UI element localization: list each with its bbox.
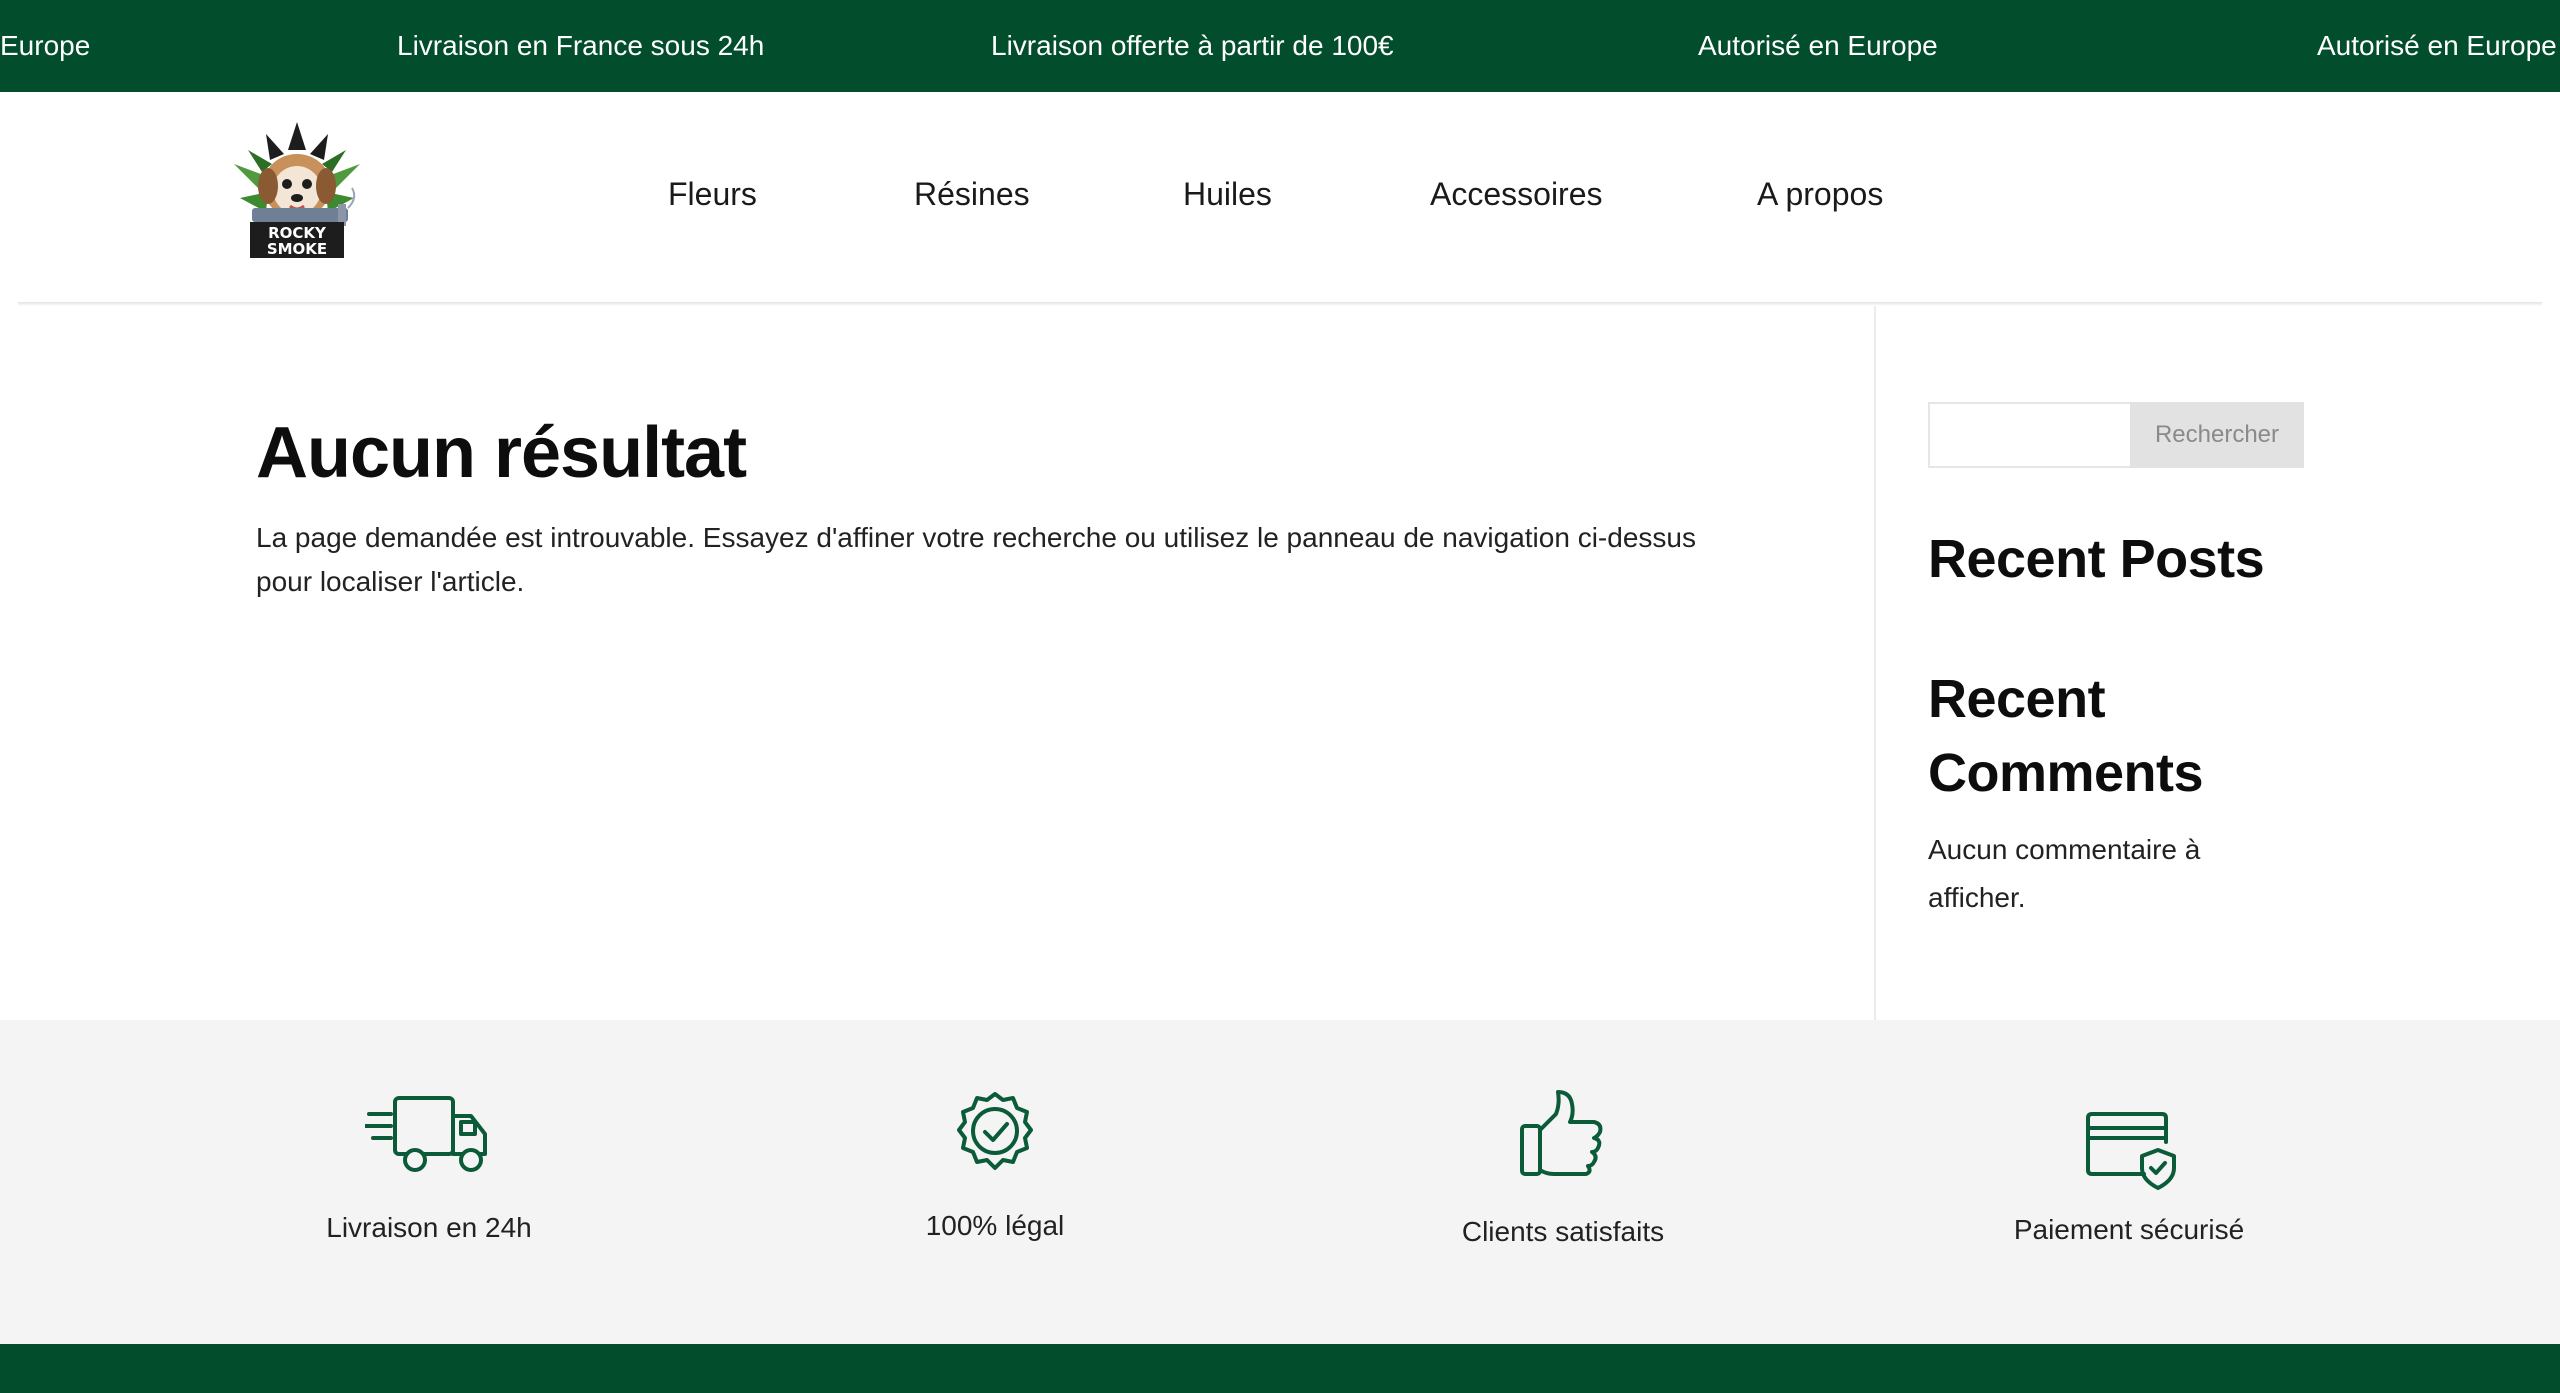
nav-item-resines[interactable]: Résines — [914, 176, 1030, 212]
site-logo[interactable]: ROCKY SMOKE — [226, 120, 368, 262]
delivery-truck-icon — [365, 1096, 487, 1172]
recent-posts-title: Recent Posts — [1928, 529, 2265, 589]
thumbs-up-icon — [1520, 1090, 1603, 1176]
secure-card-icon — [2086, 1112, 2176, 1190]
svg-text:SMOKE: SMOKE — [267, 240, 327, 258]
ticker-item: Livraison offerte à partir de 100€ — [991, 30, 1394, 61]
feature-satisfied: Clients satisfaits — [1363, 1020, 1763, 1344]
announcement-ticker: Europe Livraison en France sous 24h Livr… — [0, 0, 2560, 92]
page-title: Aucun résultat — [256, 413, 747, 493]
no-results-message: La page demandée est introuvable. Essaye… — [256, 522, 1696, 597]
verified-badge-icon — [957, 1092, 1033, 1170]
feature-label: Clients satisfaits — [1461, 1216, 1665, 1247]
feature-legal: 100% légal — [795, 1020, 1195, 1344]
feature-label: 100% légal — [925, 1210, 1065, 1241]
site-header — [0, 92, 2560, 304]
nav-item-accessoires[interactable]: Accessoires — [1430, 176, 1603, 212]
features-band: Livraison en 24h 100% légal Clients sati… — [0, 1020, 2560, 1344]
header-shadow — [18, 302, 2542, 306]
recent-comments-title: Recent Comments — [1928, 669, 2204, 803]
search-button[interactable]: Rechercher — [2130, 402, 2304, 468]
ticker-item: Autorisé en Europe — [1698, 30, 1938, 61]
sidebar-divider — [1874, 306, 1876, 1020]
ticker-item: Livraison en France sous 24h — [397, 30, 765, 61]
ticker-item: Autorisé en Europe — [2317, 30, 2557, 61]
feature-label: Paiement sécurisé — [2013, 1214, 2245, 1245]
nav-item-fleurs[interactable]: Fleurs — [668, 176, 757, 212]
nav-item-huiles[interactable]: Huiles — [1183, 176, 1272, 212]
feature-secure-payment: Paiement sécurisé — [1929, 1020, 2329, 1344]
rocky-smoke-logo-icon: ROCKY SMOKE — [234, 122, 360, 258]
no-comments-text: Aucun commentaire à afficher. — [1928, 834, 2201, 913]
nav-item-a-propos[interactable]: A propos — [1757, 176, 1883, 212]
feature-delivery: Livraison en 24h — [229, 1020, 629, 1344]
feature-label: Livraison en 24h — [326, 1212, 532, 1243]
footer-bar — [0, 1344, 2560, 1393]
search-input[interactable] — [1928, 402, 2130, 468]
ticker-item: Europe — [0, 30, 91, 61]
